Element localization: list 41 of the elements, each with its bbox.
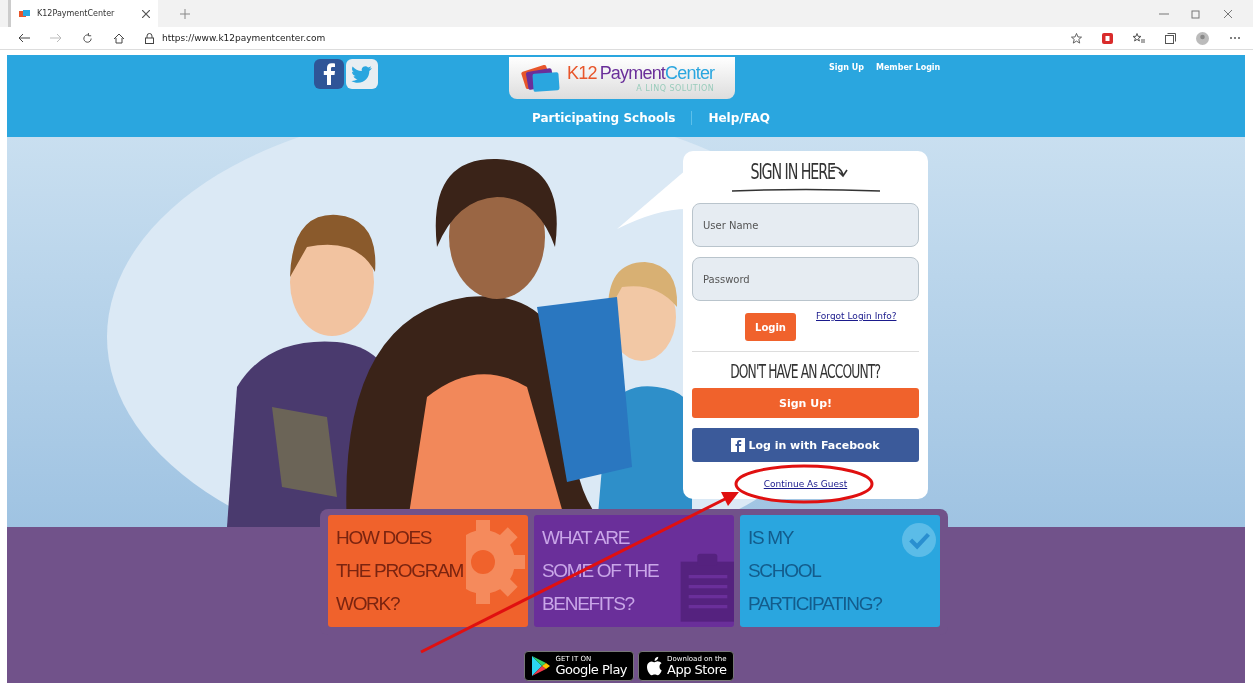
site-icon [19, 8, 31, 19]
new-tab-icon[interactable] [180, 8, 190, 19]
nav-link[interactable]: Help/FAQ [691, 111, 786, 125]
close-icon[interactable] [1223, 8, 1233, 19]
header-link[interactable]: Sign Up [829, 63, 864, 105]
lock-icon [145, 32, 154, 44]
more-icon[interactable] [1229, 36, 1241, 40]
close-icon[interactable] [142, 9, 150, 18]
address-field[interactable]: https://www.k12paymentcenter.com [162, 33, 326, 43]
info-tile[interactable]: IS MY SCHOOL PARTICIPATING? [740, 515, 940, 627]
login-button[interactable]: Login [745, 313, 796, 341]
no-account-heading: DON'T HAVE AN ACCOUNT? [730, 360, 881, 382]
sign-up-button[interactable]: Sign Up! [692, 388, 919, 418]
restore-icon[interactable] [1191, 8, 1201, 19]
refresh-icon[interactable] [82, 32, 93, 44]
username-field[interactable]: User Name [692, 203, 919, 247]
forgot-login-link[interactable]: Forgot Login Info? [816, 311, 897, 321]
facebook-login-button[interactable]: Log in with Facebook [692, 428, 919, 462]
tab-title: K12PaymentCenter [37, 9, 116, 18]
collections-icon[interactable] [1165, 32, 1176, 44]
info-tile[interactable]: HOW DOES THE PROGRAM WORK? [328, 515, 528, 627]
site-logo[interactable]: K12 PaymentCenter A LINQ SOLUTION [509, 57, 735, 99]
back-icon[interactable] [18, 33, 30, 43]
check-circle-icon [902, 523, 936, 557]
browser-tab[interactable]: K12PaymentCenter [8, 0, 158, 27]
password-field[interactable]: Password [692, 257, 919, 301]
profile-icon[interactable] [1196, 31, 1209, 45]
star-icon[interactable] [1071, 32, 1082, 44]
extension-icon[interactable] [1102, 32, 1113, 44]
sign-in-heading: SIGN IN HERE [750, 159, 835, 184]
nav-link[interactable]: Participating Schools [515, 111, 692, 125]
continue-as-guest-link[interactable]: Continue As Guest [763, 479, 848, 489]
tile-title: IS MY SCHOOL PARTICIPATING? [747, 526, 882, 616]
tile-title: HOW DOES THE PROGRAM WORK? [335, 526, 464, 616]
facebook-icon [731, 438, 746, 452]
facebook-icon[interactable] [314, 59, 344, 89]
logo-tagline: A LINQ SOLUTION [635, 84, 715, 93]
logo-name: K12 PaymentCenter [567, 63, 715, 84]
home-icon[interactable] [113, 32, 125, 44]
favorites-icon[interactable] [1133, 32, 1145, 44]
header-link[interactable]: Member Login [875, 63, 941, 105]
